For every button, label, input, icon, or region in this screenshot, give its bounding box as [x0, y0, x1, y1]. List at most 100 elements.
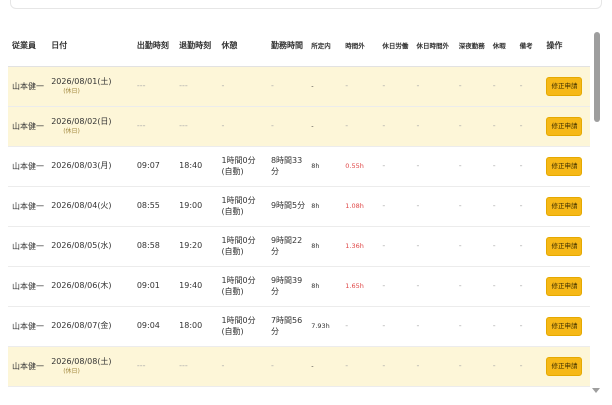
cell-holiday-work: -	[378, 226, 413, 267]
edit-request-button[interactable]: 修正申請	[546, 197, 583, 216]
cell-late-night: -	[454, 226, 489, 267]
cell-employee: 山本健一	[8, 146, 48, 187]
header-overtime: 時間外	[341, 26, 379, 67]
cell-scheduled: 8h	[307, 186, 342, 227]
cell-absence: -	[488, 346, 516, 387]
cell-scheduled: 8h	[307, 146, 342, 187]
cell-holiday-work: -	[378, 186, 413, 227]
cell-break: -	[217, 346, 267, 387]
scrollbar-thumb[interactable]	[594, 32, 600, 122]
cell-clock-out: ---	[175, 346, 218, 387]
table-row: 山本健一 2026/08/05(水) 08:58 19:20 1時間0分 (自動) 9時間…	[8, 226, 590, 267]
edit-request-button[interactable]: 修正申請	[546, 277, 583, 296]
table-row: 山本健一 2026/08/01(土) (休日) --- --- - - - - - - - - - 修正申請	[8, 66, 590, 107]
cell-clock-out: 19:00	[175, 186, 218, 227]
cell-late-night: -	[454, 146, 489, 187]
cell-overtime: -	[341, 66, 379, 107]
cell-holiday-work: -	[378, 266, 413, 307]
cell-work-time: 8時間33分	[266, 146, 308, 187]
cell-remarks: -	[515, 226, 543, 267]
holiday-label: (休日)	[63, 128, 80, 136]
cell-break: 1時間0分 (自動)	[217, 186, 267, 227]
header-action: 操作	[542, 26, 590, 67]
date-text: 2026/08/01(土)	[51, 76, 112, 86]
cell-absence: -	[488, 226, 516, 267]
cell-overtime: -	[341, 306, 379, 347]
cell-break: -	[217, 66, 267, 107]
cell-holiday-overtime: -	[412, 266, 455, 307]
cell-clock-out: 19:40	[175, 266, 218, 307]
header-employee: 従業員	[8, 26, 48, 67]
cell-absence: -	[488, 66, 516, 107]
header-holiday-overtime: 休日時間外	[412, 26, 455, 67]
cell-scheduled: -	[307, 106, 342, 147]
cell-remarks: -	[515, 266, 543, 307]
cell-clock-out: 18:40	[175, 146, 218, 187]
cell-clock-in: ---	[132, 66, 176, 107]
cell-employee: 山本健一	[8, 186, 48, 227]
scroll-down-arrow-icon[interactable]	[592, 388, 600, 393]
cell-absence: -	[488, 186, 516, 227]
cell-action: 修正申請	[542, 146, 590, 187]
cell-late-night: -	[454, 186, 489, 227]
cell-clock-in: ---	[132, 346, 176, 387]
table-row: 山本健一 2026/08/03(月) 09:07 18:40 1時間0分 (自動) 8時間…	[8, 146, 590, 187]
table-row: 山本健一 2026/08/04(火) 08:55 19:00 1時間0分 (自動) 9時間…	[8, 186, 590, 227]
vertical-scrollbar[interactable]	[594, 30, 600, 390]
cell-date: 2026/08/02(日) (休日)	[47, 106, 133, 147]
cell-work-time: -	[266, 66, 308, 107]
header-clock-in: 出勤時刻	[132, 26, 176, 67]
cell-remarks: -	[515, 306, 543, 347]
cell-overtime: 1.65h	[341, 266, 379, 307]
table-row: 山本健一 2026/08/08(土) (休日) --- --- - - - - - - - - - 修正申請	[8, 346, 590, 387]
header-date: 日付	[47, 26, 133, 67]
cell-holiday-overtime: -	[412, 66, 455, 107]
cell-work-time: 9時間5分	[266, 186, 308, 227]
edit-request-button[interactable]: 修正申請	[546, 357, 583, 376]
cell-late-night: -	[454, 106, 489, 147]
cell-date: 2026/08/03(月)	[47, 146, 133, 187]
cell-holiday-overtime: -	[412, 106, 455, 147]
cell-overtime: 1.36h	[341, 226, 379, 267]
attendance-table: 従業員 日付 出勤時刻 退勤時刻 休憩 勤務時間 所定内 時間外 休日労働 休日…	[8, 26, 590, 387]
edit-request-button[interactable]: 修正申請	[546, 317, 583, 336]
cell-break: 1時間0分 (自動)	[217, 226, 267, 267]
cell-action: 修正申請	[542, 66, 590, 107]
attendance-table-container[interactable]: 従業員 日付 出勤時刻 退勤時刻 休憩 勤務時間 所定内 時間外 休日労働 休日…	[8, 26, 590, 405]
cell-holiday-overtime: -	[412, 226, 455, 267]
cell-holiday-work: -	[378, 66, 413, 107]
cell-date: 2026/08/07(金)	[47, 306, 133, 347]
top-panel-edge	[10, 0, 602, 9]
cell-clock-out: ---	[175, 66, 218, 107]
cell-break: 1時間0分 (自動)	[217, 146, 267, 187]
cell-holiday-overtime: -	[412, 306, 455, 347]
edit-request-button[interactable]: 修正申請	[546, 117, 583, 136]
cell-break: -	[217, 106, 267, 147]
cell-scheduled: -	[307, 66, 342, 107]
edit-request-button[interactable]: 修正申請	[546, 157, 583, 176]
cell-action: 修正申請	[542, 346, 590, 387]
cell-overtime: 0.55h	[341, 146, 379, 187]
cell-employee: 山本健一	[8, 346, 48, 387]
cell-remarks: -	[515, 146, 543, 187]
date-text: 2026/08/04(火)	[51, 201, 112, 211]
cell-action: 修正申請	[542, 186, 590, 227]
cell-remarks: -	[515, 346, 543, 387]
header-work-time: 勤務時間	[266, 26, 308, 67]
cell-work-time: 7時間56分	[266, 306, 308, 347]
edit-request-button[interactable]: 修正申請	[546, 77, 583, 96]
header-scheduled: 所定内	[307, 26, 342, 67]
cell-clock-in: 09:01	[132, 266, 176, 307]
header-remarks: 備考	[515, 26, 543, 67]
holiday-label: (休日)	[63, 88, 80, 96]
cell-remarks: -	[515, 106, 543, 147]
cell-late-night: -	[454, 306, 489, 347]
edit-request-button[interactable]: 修正申請	[546, 237, 583, 256]
cell-employee: 山本健一	[8, 106, 48, 147]
cell-break: 1時間0分 (自動)	[217, 306, 267, 347]
cell-holiday-overtime: -	[412, 346, 455, 387]
cell-date: 2026/08/04(火)	[47, 186, 133, 227]
cell-late-night: -	[454, 346, 489, 387]
cell-overtime: -	[341, 346, 379, 387]
cell-clock-out: 18:00	[175, 306, 218, 347]
